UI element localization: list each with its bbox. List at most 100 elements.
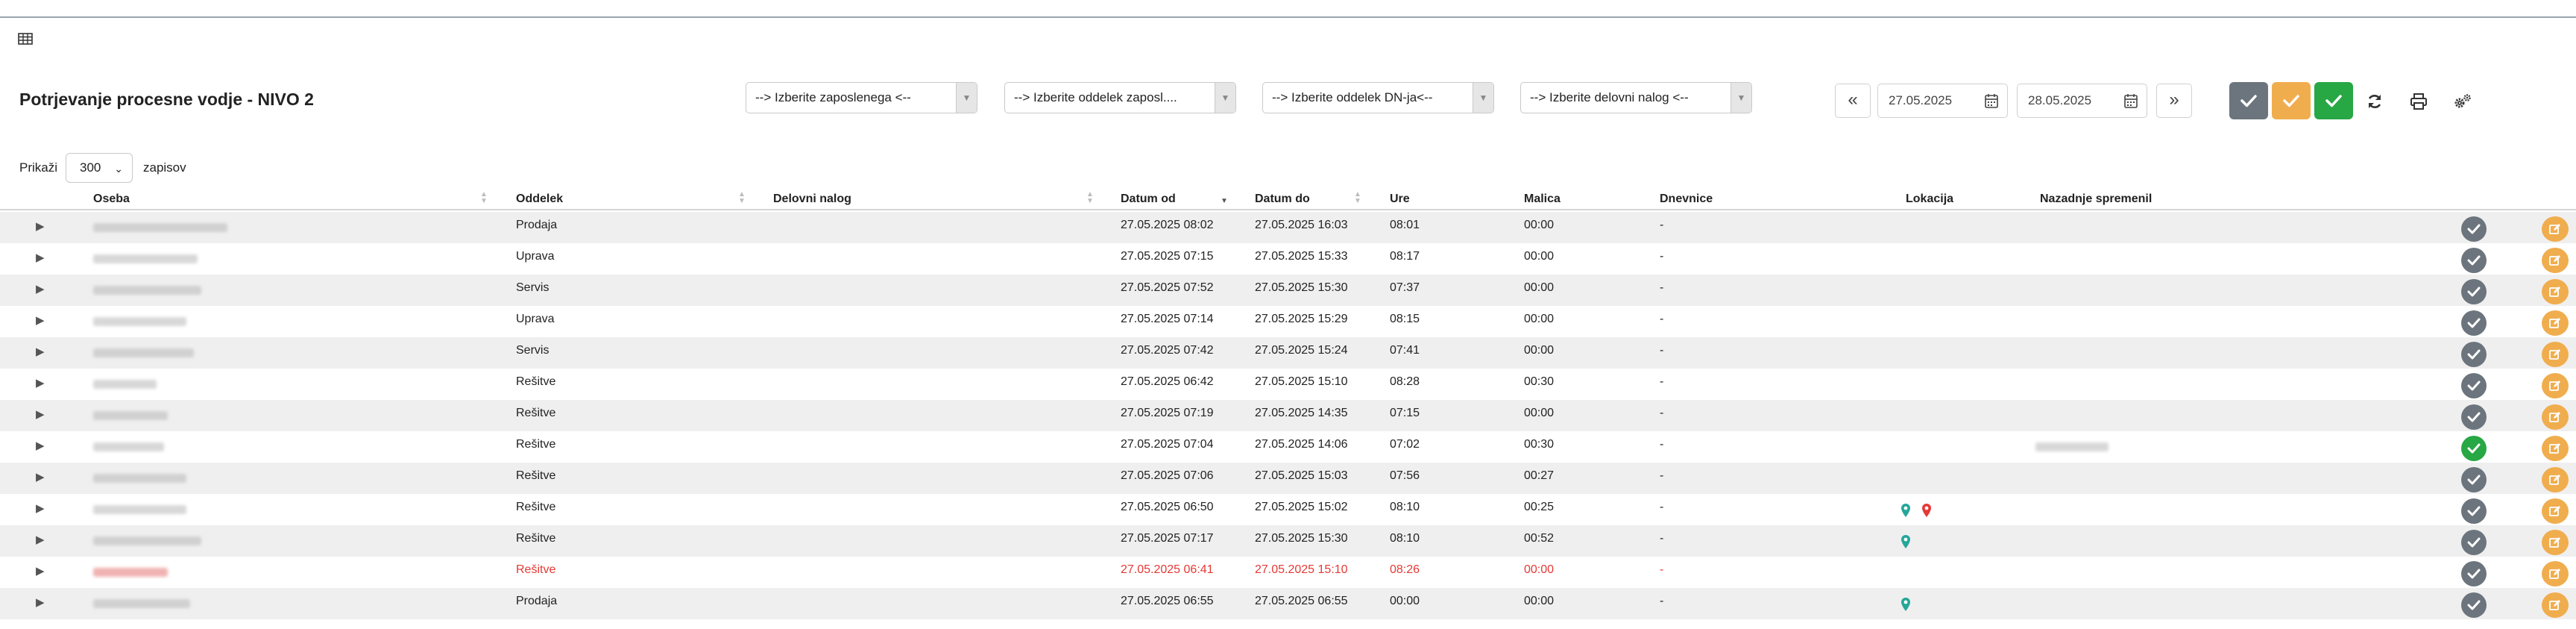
approve-row-button[interactable] (2461, 436, 2487, 461)
expand-row-icon[interactable]: ▶ (36, 345, 45, 358)
edit-row-button[interactable] (2542, 373, 2569, 398)
expand-row-icon[interactable]: ▶ (36, 282, 45, 295)
table-row[interactable]: ▶ Rešitve 27.05.2025 06:41 27.05.2025 15:10… (0, 557, 2576, 588)
approve-row-button[interactable] (2461, 498, 2487, 524)
row-date-to: 27.05.2025 15:02 (1255, 501, 1348, 513)
person-name-redacted (93, 411, 168, 420)
expand-row-icon[interactable]: ▶ (36, 219, 45, 233)
previous-day-button[interactable]: « (1835, 84, 1871, 118)
dn-department-select[interactable]: --> Izberite oddelek DN-ja<-- ▼ (1262, 82, 1494, 113)
approve-row-button[interactable] (2461, 248, 2487, 273)
location-pin-icon[interactable] (1900, 534, 1911, 553)
row-lunch: 00:30 (1524, 438, 1555, 451)
expand-row-icon[interactable]: ▶ (36, 595, 45, 609)
edit-row-button[interactable] (2542, 279, 2569, 304)
approve-green-button[interactable] (2314, 82, 2353, 119)
row-per-diem: - (1660, 501, 1664, 513)
approve-row-button[interactable] (2461, 279, 2487, 304)
edit-row-button[interactable] (2542, 342, 2569, 367)
expand-row-icon[interactable]: ▶ (36, 470, 45, 484)
person-name-redacted (93, 348, 194, 357)
column-lokacija[interactable]: Lokacija (1906, 193, 1953, 206)
refresh-button[interactable] (2360, 87, 2390, 116)
approve-row-button[interactable] (2461, 216, 2487, 242)
check-icon (2283, 95, 2299, 107)
date-to-input[interactable]: 28.05.2025 (2017, 84, 2147, 118)
expand-row-icon[interactable]: ▶ (36, 564, 45, 578)
chevron-down-icon: ▼ (956, 83, 977, 113)
table-row[interactable]: ▶ Rešitve 27.05.2025 06:50 27.05.2025 15:02… (0, 494, 2576, 525)
chevron-down-icon: ⌄ (114, 163, 123, 175)
check-icon (2240, 95, 2257, 107)
column-nazadnje-spremenil[interactable]: Nazadnje spremenil (2040, 193, 2152, 206)
table-row[interactable]: ▶ Prodaja 27.05.2025 08:02 27.05.2025 16:03… (0, 212, 2576, 243)
column-malica[interactable]: Malica (1524, 193, 1561, 206)
edit-row-button[interactable] (2542, 561, 2569, 586)
expand-row-icon[interactable]: ▶ (36, 376, 45, 389)
expand-row-icon[interactable]: ▶ (36, 251, 45, 264)
edit-row-button[interactable] (2542, 467, 2569, 492)
work-order-select[interactable]: --> Izberite delovni nalog <-- ▼ (1520, 82, 1752, 113)
row-date-from: 27.05.2025 07:19 (1121, 407, 1214, 419)
column-ure[interactable]: Ure (1390, 193, 1410, 206)
employee-department-select[interactable]: --> Izberite oddelek zaposl.... ▼ (1004, 82, 1236, 113)
column-delovni-nalog[interactable]: Delovni nalog (773, 193, 851, 206)
table-row[interactable]: ▶ Rešitve 27.05.2025 07:17 27.05.2025 15:30… (0, 525, 2576, 557)
edit-row-button[interactable] (2542, 530, 2569, 555)
edit-row-button[interactable] (2542, 216, 2569, 242)
sort-icon[interactable]: ▲ ▼ (738, 191, 746, 205)
approve-orange-button[interactable] (2272, 82, 2311, 119)
approve-row-button[interactable] (2461, 467, 2487, 492)
edit-row-button[interactable] (2542, 404, 2569, 430)
expand-row-icon[interactable]: ▶ (36, 501, 45, 515)
table-row[interactable]: ▶ Prodaja 27.05.2025 06:55 27.05.2025 06:55… (0, 588, 2576, 619)
approve-row-button[interactable] (2461, 342, 2487, 367)
table-row[interactable]: ▶ Servis 27.05.2025 07:52 27.05.2025 15:30 0… (0, 275, 2576, 306)
approve-row-button[interactable] (2461, 373, 2487, 398)
edit-row-button[interactable] (2542, 310, 2569, 336)
employee-select[interactable]: --> Izberite zaposlenega <-- ▼ (746, 82, 977, 113)
edit-row-button[interactable] (2542, 592, 2569, 618)
expand-row-icon[interactable]: ▶ (36, 313, 45, 327)
column-datum-do[interactable]: Datum do (1255, 193, 1310, 206)
sort-icon[interactable]: ▲ ▼ (1354, 191, 1361, 205)
edit-row-button[interactable] (2542, 498, 2569, 524)
sort-icon[interactable]: ▲ ▼ (1086, 191, 1094, 205)
row-date-from: 27.05.2025 08:02 (1121, 219, 1214, 231)
expand-row-icon[interactable]: ▶ (36, 533, 45, 546)
table-row[interactable]: ▶ Rešitve 27.05.2025 06:42 27.05.2025 15:10… (0, 369, 2576, 400)
table-row[interactable]: ▶ Uprava 27.05.2025 07:15 27.05.2025 15:33 0… (0, 243, 2576, 275)
table-row[interactable]: ▶ Rešitve 27.05.2025 07:04 27.05.2025 14:06… (0, 431, 2576, 463)
table-row[interactable]: ▶ Servis 27.05.2025 07:42 27.05.2025 15:24 0… (0, 337, 2576, 369)
location-pin-icon[interactable] (1900, 503, 1911, 522)
column-datum-od[interactable]: Datum od (1121, 193, 1176, 206)
row-per-diem: - (1660, 595, 1664, 607)
approve-row-button[interactable] (2461, 310, 2487, 336)
page-size-select[interactable]: 300 ⌄ (66, 153, 133, 183)
next-day-button[interactable]: » (2156, 84, 2192, 118)
approve-row-button[interactable] (2461, 530, 2487, 555)
chevron-down-icon: ▼ (1215, 83, 1235, 113)
table-icon[interactable] (18, 33, 33, 45)
expand-row-icon[interactable]: ▶ (36, 439, 45, 452)
approve-row-button[interactable] (2461, 592, 2487, 618)
date-from-input[interactable]: 27.05.2025 (1877, 84, 2008, 118)
approve-gray-button[interactable] (2229, 82, 2268, 119)
sort-desc-icon[interactable]: ▼ (1221, 191, 1228, 205)
table-row[interactable]: ▶ Rešitve 27.05.2025 07:19 27.05.2025 14:35… (0, 400, 2576, 431)
edit-row-button[interactable] (2542, 248, 2569, 273)
column-oseba[interactable]: Oseba (93, 193, 130, 206)
location-pin-icon[interactable] (1921, 503, 1932, 522)
location-pin-icon[interactable] (1900, 597, 1911, 616)
approve-row-button[interactable] (2461, 404, 2487, 430)
column-oddelek[interactable]: Oddelek (516, 193, 563, 206)
settings-button[interactable] (2447, 87, 2477, 116)
table-row[interactable]: ▶ Rešitve 27.05.2025 07:06 27.05.2025 15:03… (0, 463, 2576, 494)
table-row[interactable]: ▶ Uprava 27.05.2025 07:14 27.05.2025 15:29 0… (0, 306, 2576, 337)
sort-icon[interactable]: ▲ ▼ (480, 191, 488, 205)
column-dnevnice[interactable]: Dnevnice (1660, 193, 1713, 206)
expand-row-icon[interactable]: ▶ (36, 407, 45, 421)
print-button[interactable] (2404, 87, 2434, 116)
approve-row-button[interactable] (2461, 561, 2487, 586)
edit-row-button[interactable] (2542, 436, 2569, 461)
